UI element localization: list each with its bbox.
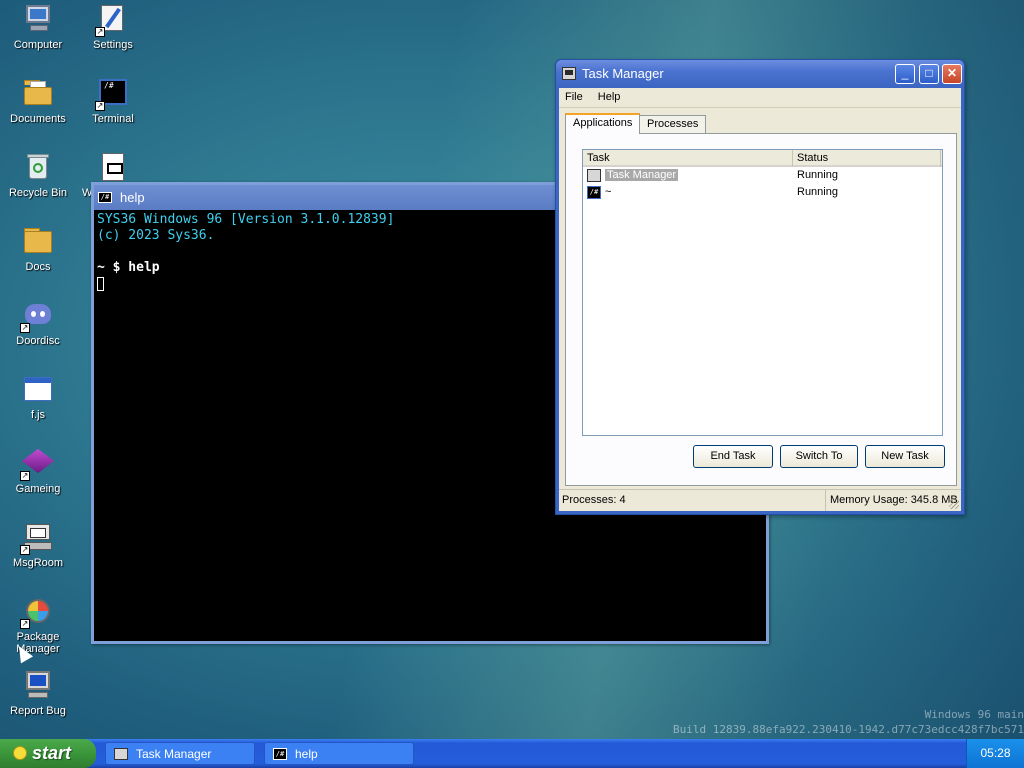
system-tray-clock[interactable]: 05:28 bbox=[966, 739, 1024, 768]
task-manager-icon bbox=[562, 67, 576, 80]
task-manager-window[interactable]: Task Manager _ □ ✕ File Help Application… bbox=[555, 59, 965, 515]
taskbar-item-task-manager[interactable]: Task Manager bbox=[105, 742, 255, 765]
table-row[interactable]: Task Manager Running bbox=[583, 167, 942, 184]
file-icon bbox=[97, 151, 129, 183]
column-header-task[interactable]: Task bbox=[583, 150, 793, 167]
terminal-icon: /# bbox=[587, 186, 601, 199]
desktop-icon-recycle-bin[interactable]: Recycle Bin bbox=[1, 151, 75, 199]
smiley-icon bbox=[13, 746, 27, 760]
desktop-icon-label: Recycle Bin bbox=[8, 187, 68, 199]
applications-list[interactable]: Task Status Task Manager Running /# ~ Ru… bbox=[582, 149, 943, 436]
clock: 05:28 bbox=[980, 746, 1011, 760]
list-header: Task Status bbox=[583, 150, 942, 167]
taskbar-item-label: Task Manager bbox=[136, 747, 212, 761]
terminal-icon: /# ↗ bbox=[95, 77, 129, 111]
status-memory: Memory Usage: 345.8 MB bbox=[825, 490, 958, 511]
task-status: Running bbox=[797, 186, 838, 198]
report-bug-icon bbox=[22, 669, 54, 701]
task-manager-icon bbox=[114, 748, 128, 760]
desktop-icon-computer[interactable]: Computer bbox=[1, 3, 75, 51]
desktop-icon-docs[interactable]: Docs bbox=[1, 225, 75, 273]
terminal-icon: /# bbox=[98, 192, 112, 203]
task-manager-title-bar[interactable]: Task Manager _ □ ✕ bbox=[556, 60, 964, 88]
menu-bar: File Help bbox=[559, 88, 961, 108]
taskbar-item-help[interactable]: /# help bbox=[264, 742, 414, 765]
minimize-button[interactable]: _ bbox=[895, 64, 915, 84]
close-button[interactable]: ✕ bbox=[942, 64, 962, 84]
settings-icon: ↗ bbox=[95, 3, 129, 37]
desktop-icon-label: Settings bbox=[93, 39, 133, 51]
desktop-icon-label: Report Bug bbox=[10, 705, 66, 717]
desktop-icon-package-manager[interactable]: ↗ Package Manager bbox=[1, 595, 75, 655]
taskbar: start Task Manager /# help 05:28 bbox=[0, 739, 1024, 768]
desktop-icon-terminal[interactable]: /# ↗ Terminal bbox=[76, 77, 150, 125]
task-manager-icon bbox=[587, 169, 601, 182]
desktop-icon-label: f.js bbox=[30, 409, 46, 421]
task-status: Running bbox=[797, 169, 838, 181]
applications-panel: Task Status Task Manager Running /# ~ Ru… bbox=[565, 133, 957, 486]
desktop-icon-label: MsgRoom bbox=[12, 557, 64, 569]
desktop-icon-settings[interactable]: ↗ Settings bbox=[76, 3, 150, 51]
task-name: Task Manager bbox=[605, 169, 679, 181]
taskbar-item-label: help bbox=[295, 747, 318, 761]
terminal-title: help bbox=[120, 190, 145, 205]
window-file-icon bbox=[22, 373, 54, 405]
terminal-icon: /# bbox=[273, 748, 287, 760]
table-row[interactable]: /# ~ Running bbox=[583, 184, 942, 201]
resize-grip-icon[interactable] bbox=[949, 499, 959, 509]
desktop-icon-fjs[interactable]: f.js bbox=[1, 373, 75, 421]
task-manager-body: File Help Applications Processes Task St… bbox=[559, 88, 961, 511]
desktop-icon-label: Computer bbox=[13, 39, 63, 51]
discord-icon: ↗ bbox=[20, 299, 54, 333]
folder-icon bbox=[22, 225, 54, 257]
desktop-icon-doordisc[interactable]: ↗ Doordisc bbox=[1, 299, 75, 347]
desktop-icon-label: Documents bbox=[10, 113, 66, 125]
desktop-icon-gameing[interactable]: ↗ Gameing bbox=[1, 447, 75, 495]
desktop-icon-label: Docs bbox=[25, 261, 51, 273]
menu-help[interactable]: Help bbox=[592, 88, 627, 106]
desktop-icon-msgroom[interactable]: ↗ MsgRoom bbox=[1, 521, 75, 569]
desktop-icon-label: Terminal bbox=[92, 113, 134, 125]
column-header-status[interactable]: Status bbox=[793, 150, 941, 167]
desktop-icon-report-bug[interactable]: Report Bug bbox=[1, 669, 75, 717]
status-bar: Processes: 4 Memory Usage: 345.8 MB bbox=[559, 489, 961, 511]
msgroom-icon: ↗ bbox=[20, 521, 54, 555]
maximize-button[interactable]: □ bbox=[919, 64, 939, 84]
end-task-button[interactable]: End Task bbox=[693, 445, 773, 468]
start-label: start bbox=[32, 743, 72, 763]
task-name: ~ bbox=[605, 186, 612, 198]
desktop-icon-label: Doordisc bbox=[16, 335, 60, 347]
documents-folder-icon bbox=[22, 77, 54, 109]
tab-processes[interactable]: Processes bbox=[639, 115, 707, 133]
new-task-button[interactable]: New Task bbox=[865, 445, 945, 468]
package-manager-icon: ↗ bbox=[20, 595, 54, 629]
recycle-bin-icon bbox=[22, 151, 54, 183]
switch-to-button[interactable]: Switch To bbox=[780, 445, 858, 468]
computer-icon bbox=[22, 3, 54, 35]
terminal-cursor[interactable] bbox=[97, 276, 104, 291]
status-processes: Processes: 4 bbox=[562, 494, 626, 506]
desktop-icon-documents[interactable]: Documents bbox=[1, 77, 75, 125]
desktop-icon-label: Gameing bbox=[15, 483, 61, 495]
task-manager-title: Task Manager bbox=[582, 66, 664, 81]
tab-applications[interactable]: Applications bbox=[565, 113, 641, 134]
build-watermark-line2: Build 12839.88efa922.230410-1942.d77c73e… bbox=[673, 723, 1024, 736]
start-button[interactable]: start bbox=[0, 739, 96, 768]
game-cube-icon: ↗ bbox=[20, 447, 55, 481]
menu-file[interactable]: File bbox=[559, 88, 589, 106]
build-watermark-line1: Windows 96 main bbox=[924, 708, 1024, 721]
